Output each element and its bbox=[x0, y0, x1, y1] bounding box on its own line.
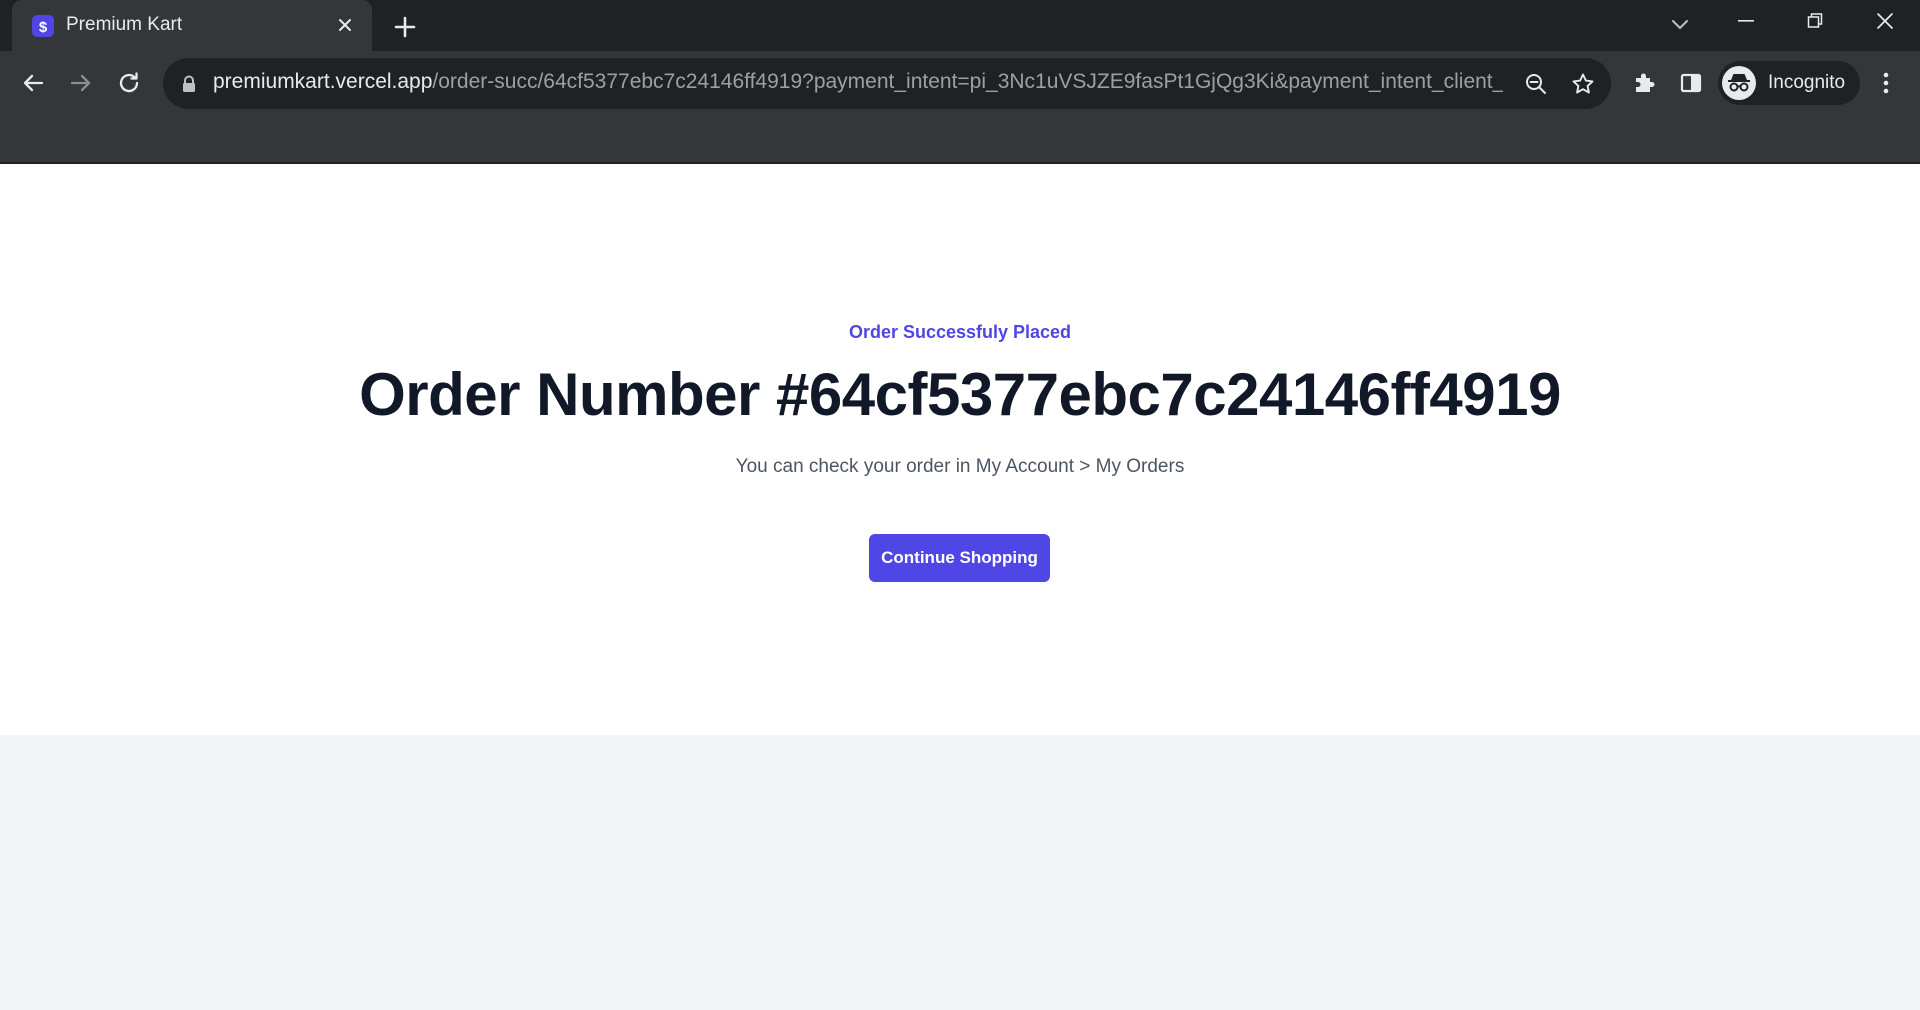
kebab-menu-icon[interactable] bbox=[1868, 65, 1904, 101]
incognito-icon bbox=[1722, 66, 1756, 100]
zoom-out-icon[interactable] bbox=[1520, 68, 1552, 100]
restore-icon[interactable] bbox=[1782, 0, 1848, 42]
svg-text:$: $ bbox=[39, 19, 48, 36]
side-panel-icon[interactable] bbox=[1673, 65, 1709, 101]
browser-toolbar: premiumkart.vercel.app/order-succ/64cf53… bbox=[0, 51, 1920, 165]
continue-shopping-button[interactable]: Continue Shopping bbox=[869, 534, 1050, 582]
order-number-heading: Order Number #64cf5377ebc7c24146ff4919 bbox=[359, 361, 1561, 428]
order-status-label: Order Successfuly Placed bbox=[848, 322, 1072, 342]
url-text[interactable]: premiumkart.vercel.app/order-succ/64cf53… bbox=[213, 70, 1503, 94]
reload-icon[interactable] bbox=[111, 65, 147, 101]
tab-search-chevron-down-icon[interactable] bbox=[1664, 9, 1696, 41]
profile-incognito-chip[interactable]: Incognito bbox=[1718, 61, 1860, 105]
url-path: /order-succ/64cf5377ebc7c24146ff4919?pay… bbox=[432, 70, 1503, 93]
page-content: Order Successfuly Placed Order Number #6… bbox=[0, 164, 1920, 1010]
minimize-icon[interactable] bbox=[1714, 0, 1780, 42]
tab-strip: $ Premium Kart bbox=[0, 0, 1920, 51]
incognito-label: Incognito bbox=[1768, 72, 1846, 93]
extensions-puzzle-icon[interactable] bbox=[1626, 65, 1662, 101]
new-tab-plus-icon[interactable] bbox=[390, 12, 420, 42]
order-help-text: You can check your order in My Account >… bbox=[735, 456, 1185, 477]
tab-close-icon[interactable] bbox=[332, 12, 358, 38]
address-bar[interactable]: premiumkart.vercel.app/order-succ/64cf53… bbox=[163, 58, 1611, 109]
url-host: premiumkart.vercel.app bbox=[213, 70, 433, 93]
lock-icon[interactable] bbox=[181, 75, 197, 93]
order-success-panel: Order Successfuly Placed Order Number #6… bbox=[0, 164, 1920, 735]
tab-title: Premium Kart bbox=[66, 14, 183, 35]
tab-premium-kart[interactable]: $ Premium Kart bbox=[12, 0, 372, 51]
forward-arrow-right-icon[interactable] bbox=[63, 65, 99, 101]
close-window-icon[interactable] bbox=[1852, 0, 1918, 42]
back-arrow-left-icon[interactable] bbox=[15, 65, 51, 101]
bookmark-star-icon[interactable] bbox=[1567, 68, 1599, 100]
premium-kart-favicon-icon: $ bbox=[30, 13, 56, 39]
